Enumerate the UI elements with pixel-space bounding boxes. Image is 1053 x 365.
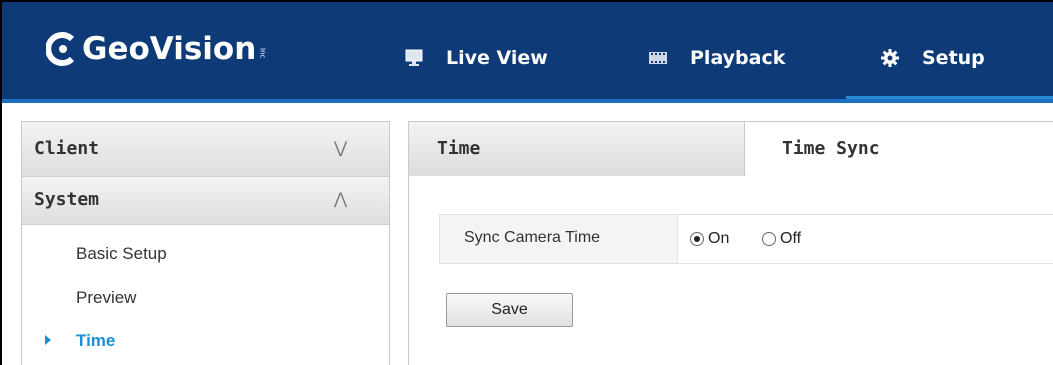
save-button[interactable]: Save	[446, 293, 573, 327]
chevron-double-down-icon[interactable]: ⋁	[334, 138, 347, 157]
nav-playback-label: Playback	[690, 47, 786, 69]
sync-camera-time-label: Sync Camera Time	[464, 229, 601, 246]
header-divider	[2, 99, 1053, 103]
tab-time-sync-label: Time Sync	[782, 138, 880, 159]
sidebar-item-time[interactable]: Time	[76, 331, 115, 351]
sidebar-section-system[interactable]: System ⋀	[22, 177, 389, 225]
sync-camera-time-label-cell: Sync Camera Time	[440, 215, 678, 263]
sidebar-section-client[interactable]: Client ⋁	[22, 122, 389, 177]
sync-on-radio[interactable]: On	[690, 230, 729, 248]
monitor-icon	[404, 48, 424, 68]
active-item-arrow-icon	[45, 335, 51, 345]
nav-setup-label: Setup	[922, 47, 985, 69]
radio-checked-icon[interactable]	[690, 232, 704, 246]
tab-bar: Time Time Sync	[409, 122, 1053, 176]
tab-time[interactable]: Time	[409, 122, 745, 176]
main-panel: Time Time Sync Sync Camera Time On Off S…	[408, 121, 1053, 365]
nav-playback[interactable]: Playback	[648, 38, 785, 78]
chevron-double-up-icon[interactable]: ⋀	[334, 189, 347, 208]
sidebar-section-client-label: Client	[34, 138, 100, 159]
sidebar-section-system-label: System	[34, 189, 100, 210]
sync-off-label: Off	[780, 230, 802, 247]
logo-suffix: Inc	[258, 47, 267, 59]
settings-sidebar: Client ⋁ System ⋀	[21, 121, 390, 365]
sync-on-label: On	[708, 230, 730, 247]
tab-time-label: Time	[437, 138, 481, 159]
sync-camera-time-row: Sync Camera Time On Off	[439, 214, 1053, 264]
nav-live-view[interactable]: Live View	[404, 38, 548, 78]
top-header: GeoVision Inc Live View Playback Setup	[2, 2, 1053, 99]
sync-off-radio[interactable]: Off	[762, 230, 801, 248]
sidebar-item-preview[interactable]: Preview	[76, 288, 136, 308]
sidebar-item-basic-setup[interactable]: Basic Setup	[76, 244, 167, 264]
geovision-logo[interactable]: GeoVision Inc	[45, 24, 267, 74]
tab-time-sync[interactable]: Time Sync	[746, 122, 1053, 176]
logo-text: GeoVision	[82, 31, 257, 67]
gear-icon	[880, 48, 900, 68]
radio-unchecked-icon[interactable]	[762, 232, 776, 246]
nav-setup[interactable]: Setup	[880, 38, 985, 78]
film-icon	[648, 48, 668, 68]
logo-mark-icon	[45, 31, 78, 67]
nav-live-view-label: Live View	[446, 47, 548, 69]
